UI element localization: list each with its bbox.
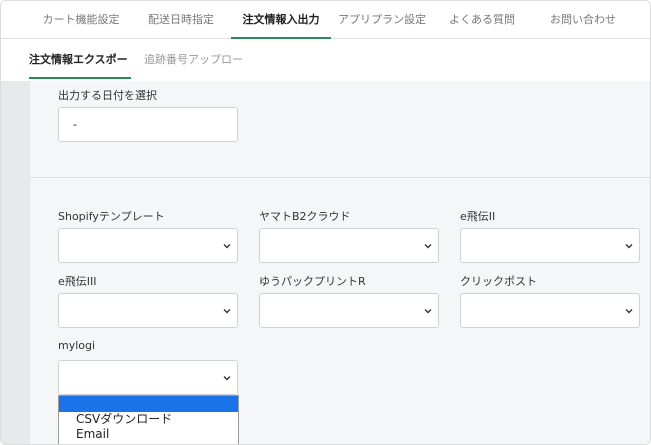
ehiden-2-select[interactable] (460, 228, 640, 263)
section-divider (30, 177, 650, 178)
chevron-down-icon (424, 309, 432, 314)
ehiden-3-select[interactable] (58, 293, 238, 328)
tab-order-io[interactable]: 注文情報入出力 (231, 1, 331, 39)
export-panel: 出力する日付を選択 - Shopifyテンプレート ヤマトB2クラウド e飛伝I… (30, 81, 650, 444)
mylogi-select[interactable] (58, 360, 238, 395)
tab-cart-settings[interactable]: カート機能設定 (31, 1, 131, 39)
dropdown-option-empty[interactable] (59, 396, 238, 412)
top-tab-bar: カート機能設定 配送日時指定 注文情報入出力 アプリプラン設定 よくある質問 お… (1, 1, 650, 39)
label-yupack-print-r: ゆうパックプリントR (259, 275, 366, 288)
label-ehiden-2: e飛伝II (460, 210, 496, 223)
dropdown-option-csv-download[interactable]: CSVダウンロード (59, 412, 238, 427)
dropdown-option-email[interactable]: Email (59, 427, 238, 442)
subtab-order-export[interactable]: 注文情報エクスポート (29, 39, 131, 108)
label-shopify-template: Shopifyテンプレート (58, 210, 165, 223)
label-yamato-b2: ヤマトB2クラウド (259, 210, 351, 223)
label-mylogi: mylogi (58, 339, 96, 352)
chevron-down-icon (223, 376, 231, 381)
yupack-print-r-select[interactable] (259, 293, 439, 328)
chevron-down-icon (625, 309, 633, 314)
left-gutter (1, 81, 30, 444)
app-window: カート機能設定 配送日時指定 注文情報入出力 アプリプラン設定 よくある質問 お… (0, 0, 651, 445)
date-range-input[interactable]: - (58, 107, 238, 142)
chevron-down-icon (625, 244, 633, 249)
label-ehiden-3: e飛伝III (58, 275, 97, 288)
mylogi-dropdown-list: CSVダウンロード Email (58, 395, 239, 444)
tab-delivery-datetime[interactable]: 配送日時指定 (137, 1, 225, 39)
label-clickpost: クリックポスト (460, 275, 537, 288)
tab-contact[interactable]: お問い合わせ (539, 1, 627, 39)
tab-app-plan[interactable]: アプリプラン設定 (335, 1, 429, 39)
chevron-down-icon (424, 244, 432, 249)
sub-tab-bar: 注文情報エクスポート 追跡番号アップロード (1, 39, 650, 108)
subtab-tracking-upload[interactable]: 追跡番号アップロード (144, 39, 250, 108)
date-select-label: 出力する日付を選択 (58, 89, 157, 102)
chevron-down-icon (223, 244, 231, 249)
shopify-template-select[interactable] (58, 228, 238, 263)
tab-faq[interactable]: よくある質問 (437, 1, 527, 39)
chevron-down-icon (223, 309, 231, 314)
yamato-b2-select[interactable] (259, 228, 439, 263)
clickpost-select[interactable] (460, 293, 640, 328)
